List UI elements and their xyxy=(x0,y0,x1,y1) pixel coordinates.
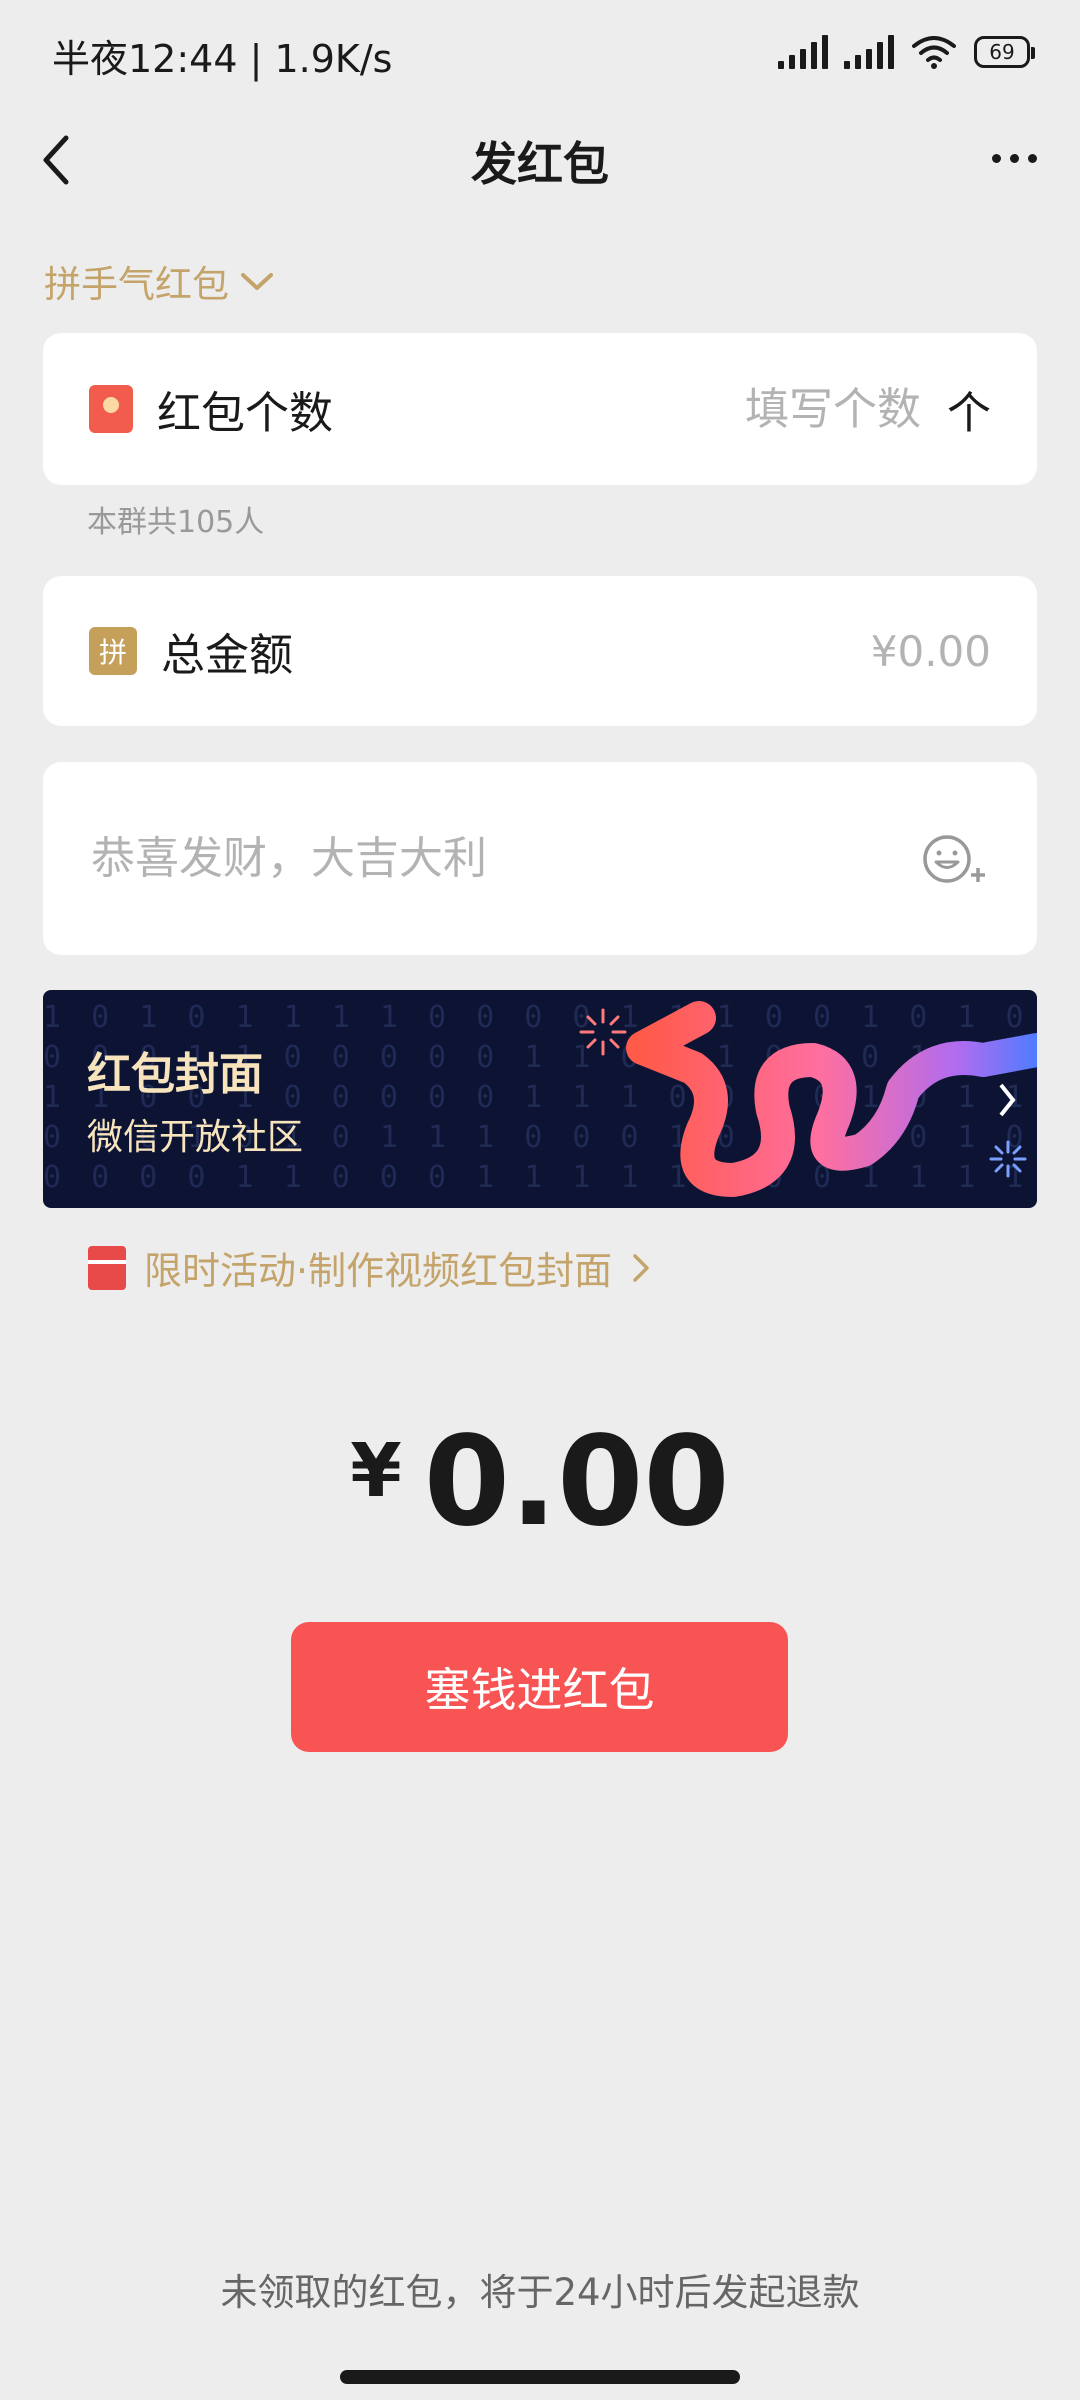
packet-count-card: 红包个数 个 xyxy=(43,333,1037,485)
status-icons: 69 xyxy=(778,30,1035,74)
total-currency: ¥ xyxy=(350,1428,402,1514)
packet-count-unit: 个 xyxy=(947,388,991,439)
red-packet-cover-banner[interactable]: 1 0 1 0 1 1 1 1 0 0 0 0 1 1 1 0 0 1 0 1 … xyxy=(43,990,1037,1208)
total-amount-input[interactable]: ¥0.00 xyxy=(871,627,991,676)
packet-type-selector[interactable]: 拼手气红包 xyxy=(44,254,275,308)
greeting-card xyxy=(43,762,1037,955)
emoji-add-icon[interactable] xyxy=(921,831,991,887)
battery-icon: 69 xyxy=(974,36,1035,68)
page-title: 发红包 xyxy=(471,137,609,191)
promo-label: 限时活动·制作视频红包封面 xyxy=(144,1249,613,1293)
sparkle-icon xyxy=(579,1008,627,1056)
pin-badge-icon: 拼 xyxy=(89,627,137,675)
status-time: 半夜12:44 | 1.9K/s xyxy=(52,37,393,81)
gift-icon xyxy=(88,1245,126,1290)
signal-icon-2 xyxy=(844,35,894,69)
group-member-hint: 本群共105人 xyxy=(87,505,265,540)
packet-type-label: 拼手气红包 xyxy=(44,263,229,306)
home-indicator[interactable] xyxy=(340,2370,740,2384)
more-icon[interactable] xyxy=(984,146,1044,170)
cover-banner-subtitle: 微信开放社区 xyxy=(87,1117,304,1158)
chevron-right-icon xyxy=(633,1253,649,1282)
greeting-input[interactable] xyxy=(89,832,921,885)
signal-icon xyxy=(778,35,828,69)
chevron-right-icon xyxy=(999,1083,1016,1117)
total-amount-card[interactable]: 拼 总金额 ¥0.00 xyxy=(43,576,1037,726)
chevron-down-icon xyxy=(241,273,273,290)
battery-level: 69 xyxy=(989,40,1015,64)
refund-note: 未领取的红包，将于24小时后发起退款 xyxy=(220,2271,860,2314)
total-amount-label: 总金额 xyxy=(161,630,293,681)
total-display: ¥ 0.00 xyxy=(0,1410,1080,1554)
sparkle-icon-small xyxy=(989,1140,1027,1178)
video-cover-promo-link[interactable]: 限时活动·制作视频红包封面 xyxy=(88,1240,652,1295)
cover-banner-title: 红包封面 xyxy=(87,1049,263,1100)
red-packet-icon xyxy=(89,385,133,433)
wifi-icon xyxy=(912,36,956,69)
submit-button[interactable]: 塞钱进红包 xyxy=(291,1622,788,1752)
cover-art-ribbon xyxy=(626,1001,1037,1197)
total-value: 0.00 xyxy=(423,1410,730,1554)
packet-count-input[interactable] xyxy=(619,382,923,436)
packet-count-label: 红包个数 xyxy=(157,388,333,439)
